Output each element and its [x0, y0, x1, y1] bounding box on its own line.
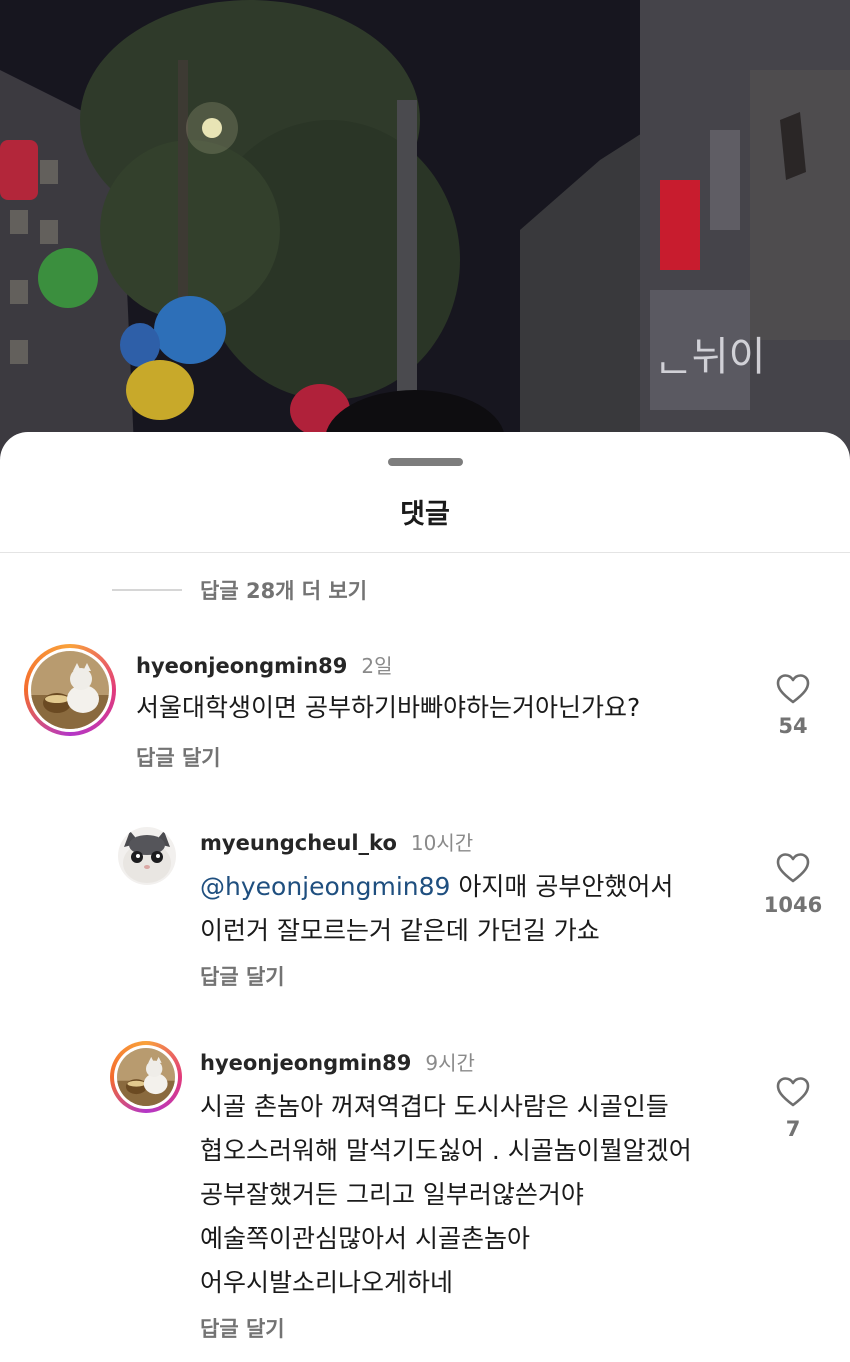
- reply-username[interactable]: myeungcheul_ko: [200, 831, 397, 855]
- like-button[interactable]: 7: [758, 1077, 828, 1141]
- comment-username[interactable]: hyeonjeongmin89: [136, 654, 347, 678]
- avatar[interactable]: [118, 827, 176, 885]
- svg-text:ᆫ뉘이: ᆫ뉘이: [655, 334, 765, 380]
- reply-timestamp: 10시간: [410, 831, 474, 855]
- night-street-scene: ᆫ뉘이: [0, 0, 850, 470]
- divider: [0, 552, 850, 553]
- like-button[interactable]: 1046: [758, 853, 828, 917]
- crying-cat-avatar-icon: [118, 827, 176, 885]
- video-background[interactable]: ᆫ뉘이: [0, 0, 850, 470]
- comment-text: 서울대학생이면 공부하기바빠야하는거아닌가요?: [136, 693, 641, 722]
- heart-icon: [776, 1077, 810, 1107]
- view-more-replies-button[interactable]: 답글 28개 더 보기: [112, 572, 367, 608]
- reply-timestamp: 9시간: [425, 1051, 475, 1075]
- heart-icon: [776, 674, 810, 704]
- like-count: 54: [778, 714, 808, 738]
- reply-item: hyeonjeongmin89 9시간 시골 촌놈아 꺼져역겹다 도시사람은 시…: [0, 1037, 850, 1357]
- comment-timestamp: 2일: [361, 654, 393, 678]
- sheet-title: 댓글: [400, 499, 450, 530]
- reply-username[interactable]: hyeonjeongmin89: [200, 1051, 411, 1075]
- like-count: 7: [785, 1117, 801, 1141]
- drag-handle[interactable]: [388, 458, 463, 466]
- cat-avatar-icon: [31, 651, 109, 729]
- reply-text-block: @hyeonjeongmin89 아지매 공부안했어서 이런거 잘모르는거 같은…: [200, 865, 760, 953]
- like-button[interactable]: 54: [758, 674, 828, 738]
- reply-button[interactable]: 답글 달기: [136, 742, 221, 772]
- cat-avatar-icon: [117, 1048, 175, 1106]
- mention-link[interactable]: @hyeonjeongmin89: [200, 872, 450, 901]
- reply-thread-line: [112, 589, 182, 591]
- like-count: 1046: [763, 893, 823, 917]
- heart-icon: [776, 853, 810, 883]
- reply-button[interactable]: 답글 달기: [200, 1313, 285, 1343]
- avatar[interactable]: [110, 1041, 182, 1113]
- comments-sheet: 댓글 답글 28개 더 보기 hyeonjeongmin89 2일 서울대학생이…: [0, 432, 850, 1362]
- reply-text: 시골 촌놈아 꺼져역겹다 도시사람은 시골인들 협오스러워해 말석기도싫어 . …: [200, 1092, 692, 1297]
- comment-item: hyeonjeongmin89 2일 서울대학생이면 공부하기바빠야하는거아닌가…: [0, 632, 850, 782]
- reply-button[interactable]: 답글 달기: [200, 961, 285, 991]
- view-more-replies-label: 답글 28개 더 보기: [200, 579, 368, 603]
- reply-item: myeungcheul_ko 10시간 @hyeonjeongmin89 아지매…: [0, 817, 850, 997]
- avatar[interactable]: [24, 644, 116, 736]
